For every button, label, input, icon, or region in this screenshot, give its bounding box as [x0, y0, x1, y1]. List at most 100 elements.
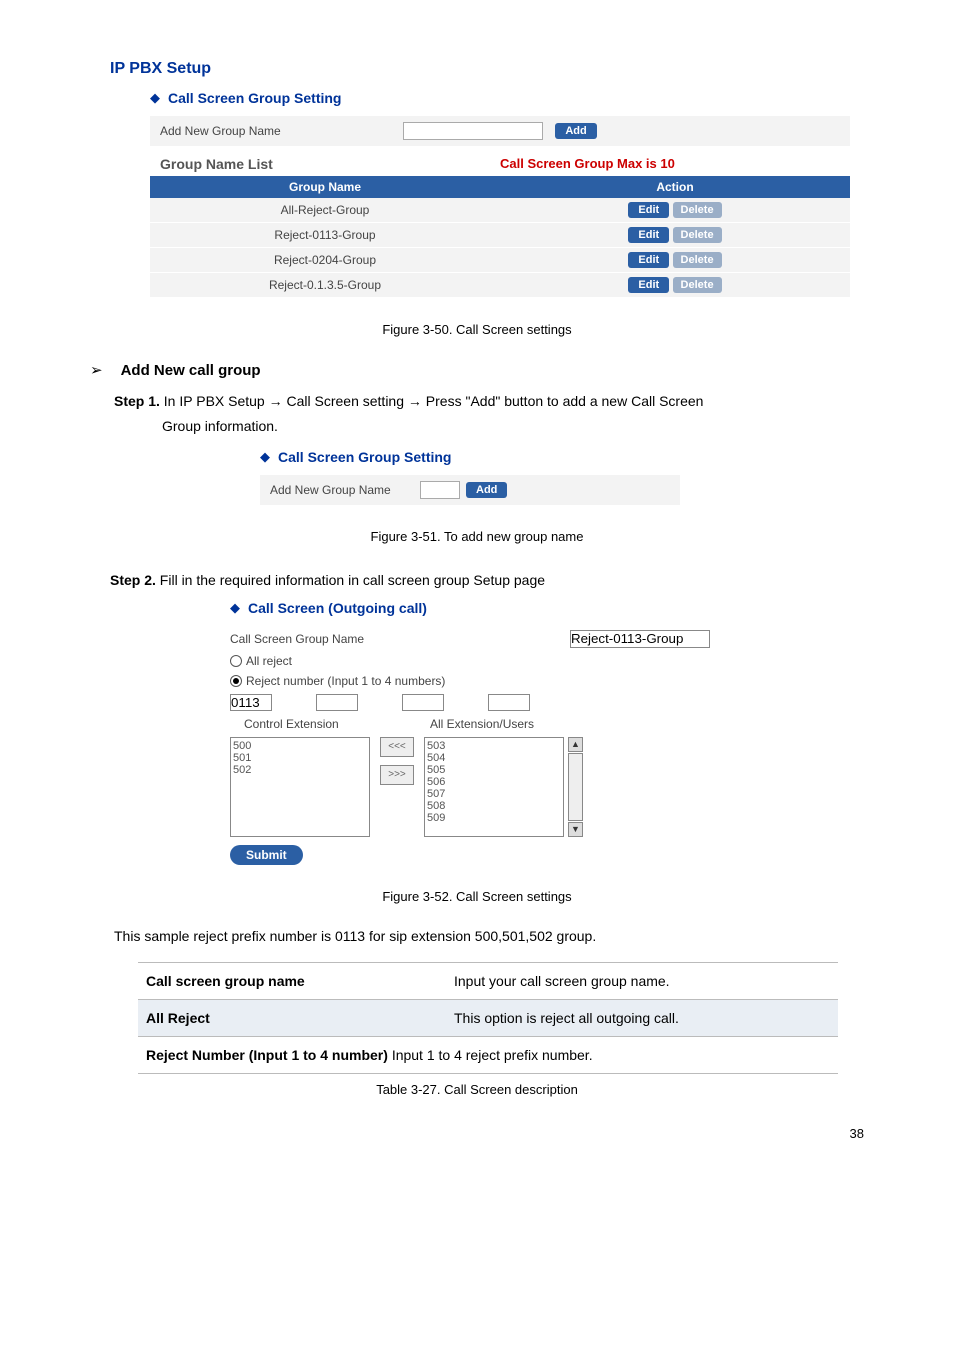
- desc-val: Input 1 to 4 reject prefix number.: [392, 1047, 593, 1063]
- scroll-down-icon[interactable]: ▼: [568, 822, 583, 837]
- submit-row: Submit: [230, 845, 710, 865]
- reject-number-label: Reject number (Input 1 to 4 numbers): [246, 674, 445, 688]
- delete-button[interactable]: Delete: [673, 252, 722, 268]
- scrollbar[interactable]: ▲ ▼: [568, 737, 583, 837]
- desc-key: Call screen group name: [138, 962, 446, 999]
- table-row: Call screen group name Input your call s…: [138, 962, 838, 999]
- arrow-icon: →: [408, 393, 422, 409]
- table-row: Reject Number (Input 1 to 4 number) Inpu…: [138, 1036, 838, 1073]
- outgoing-title: Call Screen (Outgoing call): [248, 600, 427, 616]
- move-buttons: <<< >>>: [380, 737, 414, 785]
- setting-title: Call Screen Group Setting: [168, 90, 341, 106]
- desc-key: All Reject: [138, 999, 446, 1036]
- desc-key: Reject Number (Input 1 to 4 number): [146, 1047, 392, 1063]
- figure-caption: Figure 3-52. Call Screen settings: [90, 889, 864, 904]
- number-inputs-row: [230, 694, 710, 711]
- move-right-button[interactable]: >>>: [380, 765, 414, 785]
- delete-button[interactable]: Delete: [673, 202, 722, 218]
- sample-text: This sample reject prefix number is 0113…: [114, 928, 864, 944]
- table-header-row: Group Name Action: [150, 176, 850, 198]
- ext-lists-row: 500 501 502 <<< >>> 503 504 505 506 507 …: [230, 737, 710, 837]
- radio-icon[interactable]: [230, 655, 242, 667]
- outgoing-call-block: ◆ Call Screen (Outgoing call) Call Scree…: [230, 600, 710, 865]
- table-row: All Reject This option is reject all out…: [138, 999, 838, 1036]
- all-ext-listbox[interactable]: 503 504 505 506 507 508 509: [424, 737, 564, 837]
- step2-text: Fill in the required information in call…: [156, 572, 545, 588]
- th-group: Group Name: [150, 176, 500, 198]
- control-ext-label: Control Extension: [230, 717, 380, 731]
- step2-line: Step 2. Fill in the required information…: [110, 568, 864, 593]
- inner-add-label: Add New Group Name: [270, 483, 420, 497]
- inner-setting-title: Call Screen Group Setting: [278, 449, 451, 465]
- step1-line2: Group information.: [162, 414, 864, 439]
- group-name-row: Call Screen Group Name: [230, 630, 710, 648]
- bullet-icon: ◆: [260, 449, 270, 465]
- bullet-icon: ◆: [230, 600, 240, 616]
- group-name-label: Call Screen Group Name: [230, 632, 570, 646]
- bullet-icon: ◆: [150, 90, 160, 106]
- step1-line1: Step 1. In IP PBX Setup → Call Screen se…: [114, 389, 864, 414]
- ext-labels-row: Control Extension All Extension/Users: [230, 717, 710, 731]
- control-ext-listbox[interactable]: 500 501 502: [230, 737, 370, 837]
- setting-header: ◆ Call Screen Group Setting: [150, 90, 864, 106]
- inner-add-input[interactable]: [420, 481, 460, 499]
- step1-text-b: Call Screen setting: [283, 393, 408, 409]
- inner-add-button[interactable]: Add: [466, 482, 507, 498]
- cell-name: Reject-0.1.3.5-Group: [150, 273, 500, 298]
- delete-button[interactable]: Delete: [673, 277, 722, 293]
- edit-button[interactable]: Edit: [628, 277, 669, 293]
- prefix-input-3[interactable]: [402, 694, 444, 711]
- reject-number-row[interactable]: Reject number (Input 1 to 4 numbers): [230, 674, 710, 688]
- cell-name: All-Reject-Group: [150, 198, 500, 223]
- th-action: Action: [500, 176, 850, 198]
- cell-name: Reject-0204-Group: [150, 248, 500, 273]
- edit-button[interactable]: Edit: [628, 227, 669, 243]
- figure-caption: Figure 3-51. To add new group name: [90, 529, 864, 544]
- step2-label: Step 2.: [110, 572, 156, 588]
- list-header-left: Group Name List: [160, 156, 500, 172]
- arrow-icon: →: [269, 393, 283, 409]
- desc-val: Input your call screen group name.: [446, 962, 838, 999]
- all-ext-label: All Extension/Users: [430, 717, 534, 731]
- prefix-input-2[interactable]: [316, 694, 358, 711]
- table-row: Reject-0204-Group Edit Delete: [150, 248, 850, 273]
- add-group-panel: Add New Group Name Add: [150, 116, 850, 146]
- scroll-track[interactable]: [568, 753, 583, 821]
- table-caption: Table 3-27. Call Screen description: [90, 1082, 864, 1097]
- prefix-input-1[interactable]: [230, 694, 272, 711]
- list-header-right: Call Screen Group Max is 10: [500, 156, 840, 172]
- list-header: Group Name List Call Screen Group Max is…: [150, 146, 850, 176]
- all-reject-label: All reject: [246, 654, 292, 668]
- delete-button[interactable]: Delete: [673, 227, 722, 243]
- submit-button[interactable]: Submit: [230, 845, 303, 865]
- step1-text-c: Press "Add" button to add a new Call Scr…: [422, 393, 704, 409]
- arrow-icon: ➢: [90, 361, 103, 379]
- inner-setting-block: ◆ Call Screen Group Setting Add New Grou…: [260, 449, 680, 505]
- description-table: Call screen group name Input your call s…: [138, 962, 838, 1074]
- step1-label: Step 1.: [114, 393, 160, 409]
- group-name-input[interactable]: [570, 630, 710, 648]
- radio-icon[interactable]: [230, 675, 242, 687]
- edit-button[interactable]: Edit: [628, 202, 669, 218]
- add-group-label: Add New Group Name: [160, 124, 403, 138]
- add-button[interactable]: Add: [555, 123, 596, 139]
- heading-text: Add New call group: [121, 362, 261, 379]
- desc-val: This option is reject all outgoing call.: [446, 999, 838, 1036]
- all-reject-row[interactable]: All reject: [230, 654, 710, 668]
- cell-name: Reject-0113-Group: [150, 223, 500, 248]
- table-row: All-Reject-Group Edit Delete: [150, 198, 850, 223]
- desc-row3: Reject Number (Input 1 to 4 number) Inpu…: [138, 1036, 838, 1073]
- page-number: 38: [850, 1126, 864, 1141]
- page-title: IP PBX Setup: [110, 60, 864, 78]
- section-heading: ➢ Add New call group: [90, 361, 864, 379]
- add-group-input[interactable]: [403, 122, 543, 140]
- move-left-button[interactable]: <<<: [380, 737, 414, 757]
- step1-text-a: In IP PBX Setup: [160, 393, 269, 409]
- table-row: Reject-0113-Group Edit Delete: [150, 223, 850, 248]
- group-table: Group Name Action All-Reject-Group Edit D…: [150, 176, 850, 298]
- table-row: Reject-0.1.3.5-Group Edit Delete: [150, 273, 850, 298]
- prefix-input-4[interactable]: [488, 694, 530, 711]
- scroll-up-icon[interactable]: ▲: [568, 737, 583, 752]
- figure-caption: Figure 3-50. Call Screen settings: [90, 322, 864, 337]
- edit-button[interactable]: Edit: [628, 252, 669, 268]
